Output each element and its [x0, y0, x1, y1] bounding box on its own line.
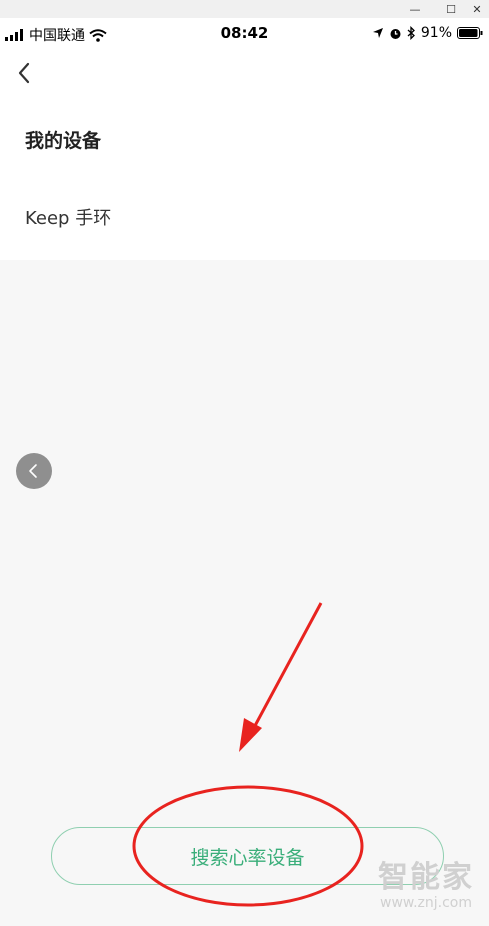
- status-bar: 中国联通 08:42 91%: [0, 18, 489, 50]
- alarm-icon: [390, 28, 401, 39]
- close-icon[interactable]: ✕: [466, 0, 488, 18]
- chevron-left-icon: [29, 464, 37, 478]
- header-section: 我的设备 Keep 手环: [0, 50, 489, 260]
- annotation-arrow-head: [239, 718, 262, 752]
- maximize-icon[interactable]: ☐: [440, 0, 462, 18]
- location-icon: [372, 28, 383, 38]
- watermark: 智能家 www.znj.com: [378, 862, 474, 912]
- watermark-url: www.znj.com: [380, 895, 472, 911]
- battery-icon: [457, 27, 483, 39]
- watermark-text: 智能家: [378, 860, 474, 895]
- bluetooth-icon: [407, 26, 415, 40]
- page-title: 我的设备: [25, 130, 102, 152]
- minimize-icon[interactable]: —: [404, 0, 426, 18]
- device-item-label[interactable]: Keep 手环: [25, 204, 111, 230]
- annotation-arrow-line: [248, 602, 323, 736]
- back-arrow-icon[interactable]: [12, 60, 38, 86]
- previous-button[interactable]: [16, 453, 52, 489]
- window-titlebar: — ☐ ✕: [0, 0, 489, 18]
- battery-percent: 91%: [420, 25, 452, 41]
